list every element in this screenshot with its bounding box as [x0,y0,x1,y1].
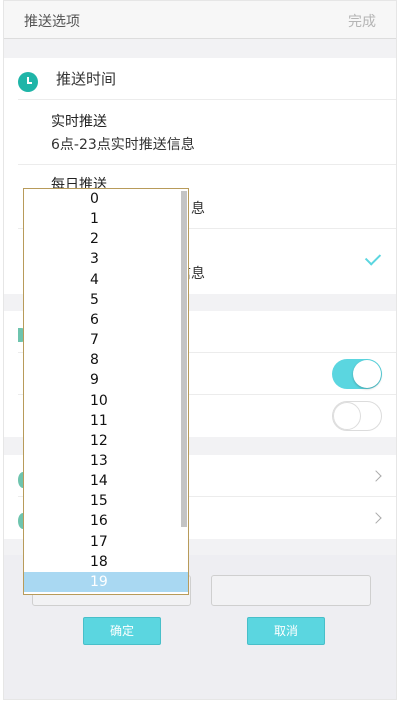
scrollbar[interactable] [181,191,187,527]
hour-option[interactable]: 14 [24,471,182,491]
toggle-switch-off[interactable] [332,401,382,431]
daily-desc: 息 [191,201,205,217]
hour-option[interactable]: 9 [24,370,182,390]
chevron-right-icon [370,512,382,524]
cancel-button[interactable]: 取消 [247,617,325,645]
hour-option[interactable]: 6 [24,310,182,330]
end-hour-field[interactable] [211,575,371,606]
hour-option[interactable]: 2 [24,229,182,249]
hour-option[interactable]: 17 [24,532,182,552]
hour-option[interactable]: 8 [24,350,182,370]
header: 推送选项 完成 [4,1,396,39]
push-time-header-row [18,58,396,100]
hour-option[interactable]: 1 [24,209,182,229]
hour-option[interactable]: 12 [24,431,182,451]
confirm-button[interactable]: 确定 [83,617,161,645]
hour-option[interactable]: 18 [24,552,182,572]
done-button[interactable]: 完成 [348,11,376,31]
realtime-desc: 6点-23点实时推送信息 [51,137,195,153]
hour-option[interactable]: 15 [24,491,182,511]
toggle-switch-on[interactable] [332,359,382,389]
hour-option[interactable]: 19 [24,571,188,592]
hour-option[interactable]: 13 [24,451,182,471]
chevron-right-icon [370,470,382,482]
realtime-title: 实时推送 [51,114,107,130]
hour-option[interactable]: 0 [24,189,182,209]
hour-option[interactable]: 5 [24,290,182,310]
hour-option[interactable]: 3 [24,249,182,269]
hour-option[interactable]: 4 [24,270,182,290]
hour-dropdown-list[interactable]: 0 1 2 3 4 5 6 7 8 9 10 11 12 13 14 15 16 17 18 19 [23,188,189,595]
hour-option[interactable]: 7 [24,330,182,350]
hour-option[interactable]: 10 [24,391,182,411]
hour-option[interactable]: 16 [24,511,182,531]
realtime-option[interactable] [18,100,396,165]
hour-option[interactable]: 11 [24,411,182,431]
page-title: 推送选项 [24,14,80,30]
